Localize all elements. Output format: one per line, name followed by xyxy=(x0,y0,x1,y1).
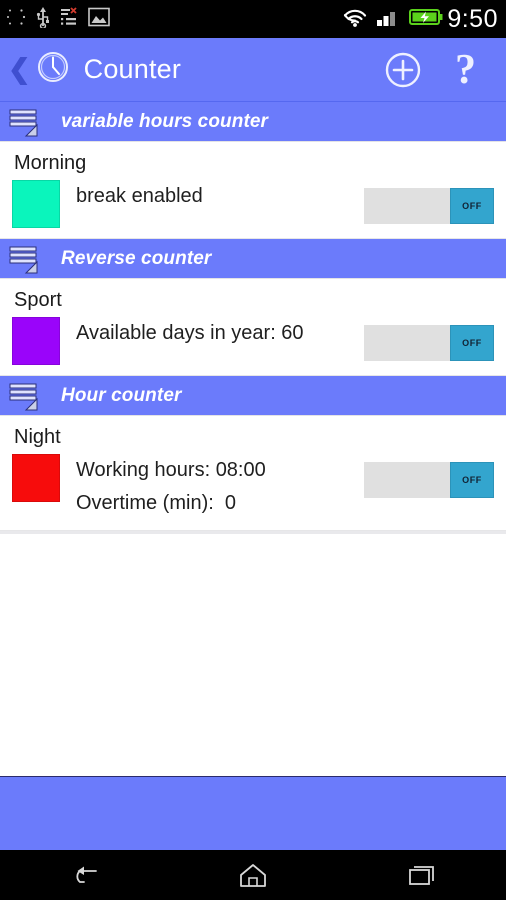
help-icon[interactable]: ? xyxy=(439,46,492,93)
section-header-0[interactable]: variable hours counter xyxy=(0,102,506,142)
app-bar: ❮ Counter ? xyxy=(0,38,506,102)
item-detail-line: Working hours: 08:00 xyxy=(76,459,266,481)
status-bar-left-icons xyxy=(6,6,110,33)
section-header-2[interactable]: Hour counter xyxy=(0,376,506,416)
item-details: Available days in year: 60 xyxy=(76,315,304,350)
status-bar-clock: 9:50 xyxy=(447,4,498,33)
wifi-icon xyxy=(343,7,367,32)
toggle-label: OFF xyxy=(462,475,482,485)
section-title: Hour counter xyxy=(61,384,182,406)
nav-back-icon[interactable] xyxy=(49,854,119,898)
list-icon xyxy=(4,379,44,413)
clock-icon[interactable] xyxy=(36,50,70,89)
status-bar-right-icons xyxy=(343,7,443,32)
back-chevron-icon[interactable]: ❮ xyxy=(4,56,36,83)
toggle-label: OFF xyxy=(462,338,482,348)
item-details: Working hours: 08:00 Overtime (min): 0 xyxy=(76,452,266,520)
section-header-1[interactable]: Reverse counter xyxy=(0,239,506,279)
enable-toggle[interactable]: OFF xyxy=(364,188,494,224)
page-title: Counter xyxy=(83,54,182,84)
section-title: Reverse counter xyxy=(61,247,212,269)
counter-list: variable hours counter Morning break ena… xyxy=(0,102,506,776)
item-details: break enabled xyxy=(76,178,203,213)
plus-circle-icon[interactable] xyxy=(367,50,439,90)
item-name: Morning xyxy=(14,152,87,174)
phone-screen: 9:50 ❮ Counter ? variable hours counter … xyxy=(0,0,506,900)
image-icon xyxy=(88,7,110,32)
task-list-error-icon xyxy=(60,6,78,32)
nav-home-icon[interactable] xyxy=(218,854,288,898)
toggle-label: OFF xyxy=(462,201,482,211)
brightness-icon xyxy=(6,6,26,33)
signal-icon xyxy=(376,7,400,32)
list-item[interactable]: Morning break enabled OFF xyxy=(0,142,506,239)
toggle-thumb[interactable]: OFF xyxy=(450,325,494,361)
color-swatch[interactable] xyxy=(12,180,60,228)
list-end-divider xyxy=(0,531,506,534)
toggle-thumb[interactable]: OFF xyxy=(450,462,494,498)
status-bar: 9:50 xyxy=(0,0,506,38)
list-icon xyxy=(4,105,44,139)
item-detail-line: break enabled xyxy=(76,185,203,207)
battery-charging-icon xyxy=(409,7,443,32)
item-name: Night xyxy=(14,426,61,448)
list-item[interactable]: Sport Available days in year: 60 OFF xyxy=(0,279,506,376)
toggle-thumb[interactable]: OFF xyxy=(450,188,494,224)
item-detail-line: Available days in year: 60 xyxy=(76,322,304,344)
item-detail-line: Overtime (min): 0 xyxy=(76,492,237,514)
usb-icon xyxy=(36,6,50,33)
list-icon xyxy=(4,242,44,276)
help-question-mark: ? xyxy=(455,46,476,93)
bottom-accent-bar xyxy=(0,776,506,851)
list-item[interactable]: Night Working hours: 08:00 Overtime (min… xyxy=(0,416,506,531)
nav-recents-icon[interactable] xyxy=(387,854,457,898)
enable-toggle[interactable]: OFF xyxy=(364,325,494,361)
item-name: Sport xyxy=(14,289,62,311)
color-swatch[interactable] xyxy=(12,317,60,365)
section-title: variable hours counter xyxy=(61,110,269,132)
system-nav-bar xyxy=(0,851,506,900)
color-swatch[interactable] xyxy=(12,454,60,502)
enable-toggle[interactable]: OFF xyxy=(364,462,494,498)
